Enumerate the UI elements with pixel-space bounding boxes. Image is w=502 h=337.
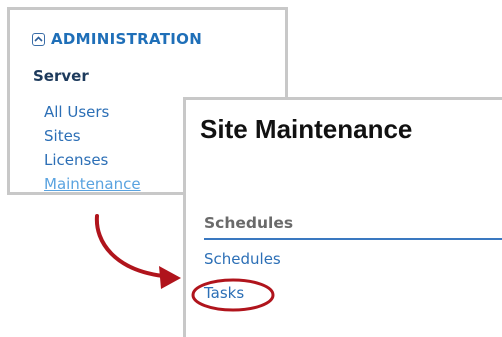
server-section-heading: Server (33, 67, 89, 85)
link-maintenance[interactable]: Maintenance (44, 172, 141, 196)
link-licenses[interactable]: Licenses (44, 148, 141, 172)
link-all-users[interactable]: All Users (44, 100, 141, 124)
administration-header[interactable]: ADMINISTRATION (32, 30, 202, 48)
link-sites[interactable]: Sites (44, 124, 141, 148)
server-links-list: All Users Sites Licenses Maintenance (44, 100, 141, 196)
administration-title: ADMINISTRATION (51, 30, 203, 48)
site-maintenance-panel: Site Maintenance Schedules Schedules Tas… (183, 97, 502, 337)
section-divider (204, 238, 502, 240)
chevron-up-icon[interactable] (32, 32, 45, 46)
link-schedules[interactable]: Schedules (204, 250, 281, 268)
schedules-section-heading: Schedules (204, 214, 294, 232)
curved-arrow-icon (94, 214, 181, 289)
link-tasks[interactable]: Tasks (204, 284, 244, 302)
page-title: Site Maintenance (200, 114, 413, 144)
